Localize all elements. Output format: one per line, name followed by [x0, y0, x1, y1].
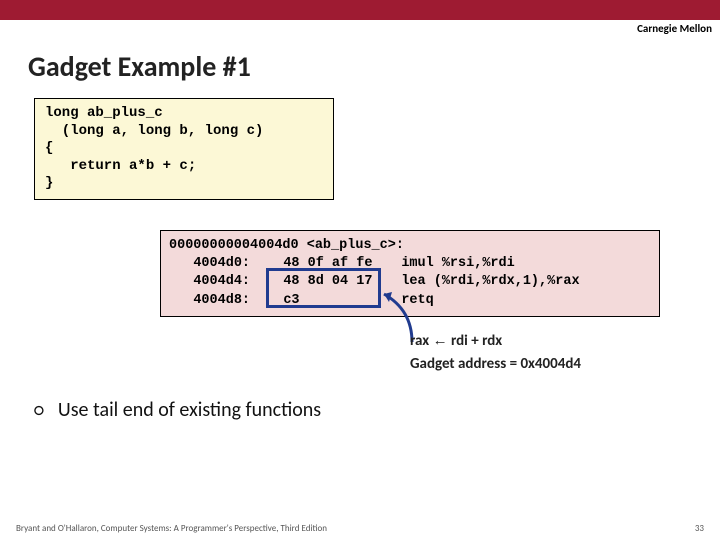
top-bar [0, 0, 720, 20]
asm-instr: imul %rsi,%rdi [401, 255, 651, 273]
footer-left: Bryant and O'Hallaron, Computer Systems:… [16, 523, 327, 534]
asm-code-box: 00000000004004d0 <ab_plus_c>: 4004d0: 48… [160, 230, 660, 317]
footer: Bryant and O'Hallaron, Computer Systems:… [0, 523, 720, 534]
asm-header: 00000000004004d0 <ab_plus_c>: [169, 237, 651, 255]
asm-addr: 4004d0: [193, 255, 283, 273]
asm-bytes: 48 0f af fe [283, 255, 401, 273]
bullet-icon: ○ [34, 399, 44, 421]
asm-header-addr: 00000000004004d0 [169, 237, 299, 255]
asm-instr: retq [401, 292, 651, 310]
asm-header-sym: <ab_plus_c>: [307, 237, 404, 255]
bullet-list: ○ Use tail end of existing functions [34, 398, 321, 422]
slide: Carnegie Mellon Gadget Example #1 long a… [0, 0, 720, 540]
annotation: rax ← rdi + rdx Gadget address = 0x4004d… [410, 330, 690, 375]
asm-addr: 4004d4: [193, 273, 283, 291]
asm-bytes: c3 [283, 292, 401, 310]
left-arrow-icon: ← [433, 332, 448, 349]
annotation-line1-post: rdi + rdx [448, 332, 503, 350]
asm-instr: lea (%rdi,%rdx,1),%rax [401, 273, 651, 291]
bullet-text: Use tail end of existing functions [58, 398, 321, 422]
c-code-box: long ab_plus_c (long a, long b, long c) … [34, 98, 334, 200]
asm-row: 4004d4: 48 8d 04 17 lea (%rdi,%rdx,1),%r… [169, 273, 651, 291]
asm-row: 4004d0: 48 0f af fe imul %rsi,%rdi [169, 255, 651, 273]
annotation-line1-pre: rax [410, 332, 433, 350]
page-number: 33 [695, 523, 704, 534]
asm-bytes: 48 8d 04 17 [283, 273, 401, 291]
annotation-line2: Gadget address = 0x4004d4 [410, 353, 690, 376]
bullet-item: ○ Use tail end of existing functions [34, 398, 321, 422]
brand-label: Carnegie Mellon [0, 20, 720, 35]
asm-row: 4004d8: c3 retq [169, 292, 651, 310]
slide-title: Gadget Example #1 [0, 35, 720, 92]
asm-addr: 4004d8: [193, 292, 283, 310]
